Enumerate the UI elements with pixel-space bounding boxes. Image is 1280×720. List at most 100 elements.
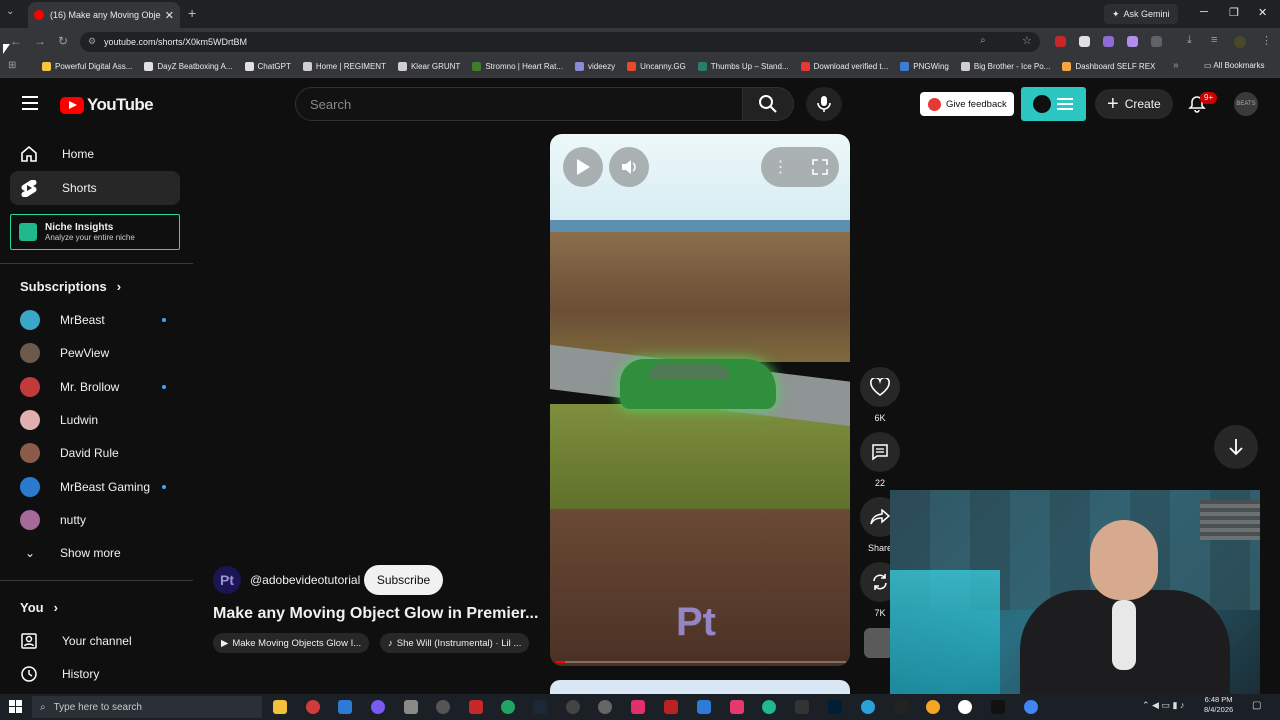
subscription-item[interactable]: Mr. Brollow xyxy=(20,377,170,397)
tab-search-button[interactable]: ⌄ xyxy=(6,6,22,22)
chrome-icon[interactable] xyxy=(1024,700,1038,714)
niche-insights-button[interactable]: Niche Insights Analyze your entire niche xyxy=(10,214,180,250)
taskbar-app-icon[interactable] xyxy=(697,700,711,714)
steam-icon[interactable] xyxy=(533,700,547,714)
tiktok-icon[interactable] xyxy=(991,700,1005,714)
system-tray-icons[interactable]: ⌃ ◀ ▭ ▮ ♪ xyxy=(1142,700,1184,711)
instagram-icon[interactable] xyxy=(631,700,645,714)
bookmark-item[interactable]: Klear GRUNT xyxy=(392,62,466,71)
bookmark-item[interactable]: Powerful Digital Ass... xyxy=(36,62,138,71)
taskbar-clock[interactable]: 6:48 PM 8/4/2026 xyxy=(1204,695,1233,715)
sidebar-item-your-channel[interactable]: Your channel xyxy=(10,624,180,658)
short-title[interactable]: Make any Moving Object Glow in Premier..… xyxy=(213,605,543,623)
forward-button[interactable]: → xyxy=(34,34,46,48)
sidebar-item-shorts[interactable]: Shorts xyxy=(10,171,180,205)
extension-icon[interactable] xyxy=(1127,36,1138,47)
channel-handle[interactable]: @adobevideotutorial xyxy=(250,573,360,587)
windows-start-icon[interactable] xyxy=(9,700,22,713)
close-window-button[interactable]: ✕ xyxy=(1258,6,1267,19)
bookmark-star-icon[interactable]: ☆ xyxy=(1022,34,1032,47)
extension-icon[interactable] xyxy=(1103,36,1114,47)
give-feedback-button[interactable]: Give feedback xyxy=(920,92,1014,116)
telegram-icon[interactable] xyxy=(861,700,875,714)
reload-button[interactable]: ↻ xyxy=(58,34,68,48)
taskbar-app-icon[interactable] xyxy=(730,700,744,714)
file-explorer-icon[interactable] xyxy=(273,700,287,714)
show-more-button[interactable]: ⌄ Show more xyxy=(20,543,170,563)
fullscreen-icon[interactable] xyxy=(811,159,828,175)
chrome-menu-icon[interactable]: ⋮ xyxy=(1261,34,1272,47)
create-button[interactable]: + Create xyxy=(1095,89,1173,119)
taskbar-app-icon[interactable] xyxy=(958,700,972,714)
music-chip[interactable]: ♪ She Will (Instrumental) · Lil ... xyxy=(380,633,530,653)
address-bar[interactable]: youtube.com/shorts/X0km5WDrtBM xyxy=(80,32,1040,52)
voice-search-button[interactable] xyxy=(806,87,842,121)
like-button[interactable]: 6K xyxy=(860,367,900,423)
subscriptions-header[interactable]: Subscriptions › xyxy=(20,279,121,294)
site-info-icon[interactable]: ⚙ xyxy=(88,36,96,47)
ask-gemini-button[interactable]: ✦ Ask Gemini xyxy=(1104,4,1178,24)
extension-icon[interactable] xyxy=(1055,36,1066,47)
subscription-item[interactable]: nutty xyxy=(20,510,170,530)
taskbar-search-input[interactable]: ⌕ Type here to search xyxy=(32,696,262,718)
account-avatar[interactable]: BEATS xyxy=(1234,92,1258,116)
photoshop-icon[interactable] xyxy=(828,700,842,714)
subscribe-button[interactable]: Subscribe xyxy=(364,565,443,595)
taskbar-app-icon[interactable] xyxy=(338,700,352,714)
shorts-video-player[interactable] xyxy=(550,134,850,666)
taskbar-app-icon[interactable] xyxy=(795,700,809,714)
reading-list-icon[interactable]: ≡ xyxy=(1211,34,1217,46)
search-input[interactable]: Search xyxy=(295,87,743,121)
channel-avatar[interactable]: Pt xyxy=(213,566,241,594)
taskbar-app-icon[interactable] xyxy=(436,700,450,714)
search-button[interactable] xyxy=(742,87,794,121)
next-short-preview[interactable] xyxy=(550,680,850,694)
zoom-icon[interactable]: ⌕ xyxy=(980,35,986,46)
apps-grid-icon[interactable]: ⊞ xyxy=(8,60,16,71)
new-tab-button[interactable]: + xyxy=(188,5,196,21)
bookmark-item[interactable]: Thumbs Up – Stand... xyxy=(692,62,795,71)
video-progress-bar[interactable] xyxy=(556,661,846,663)
back-button[interactable]: ← xyxy=(10,34,22,48)
browser-tab[interactable]: (16) Make any Moving Object G ✕ xyxy=(28,2,180,28)
sidebar-item-history[interactable]: History xyxy=(10,657,180,691)
taskbar-app-icon[interactable] xyxy=(926,700,940,714)
next-short-button[interactable] xyxy=(1214,425,1258,469)
taskbar-app-icon[interactable] xyxy=(566,700,580,714)
taskbar-app-icon[interactable] xyxy=(762,700,776,714)
you-section-header[interactable]: You › xyxy=(20,600,58,615)
taskbar-app-icon[interactable] xyxy=(664,700,678,714)
bookmark-item[interactable]: ChatGPT xyxy=(239,62,297,71)
extension-icon[interactable] xyxy=(1079,36,1090,47)
profile-avatar[interactable] xyxy=(1234,36,1246,48)
subscription-item[interactable]: PewView xyxy=(20,343,170,363)
more-bookmarks-icon[interactable]: » xyxy=(1173,60,1179,71)
taskbar-app-icon[interactable] xyxy=(404,700,418,714)
bookmark-item[interactable]: videezy xyxy=(569,62,621,71)
bookmark-item[interactable]: Download verified t... xyxy=(795,62,895,71)
subscription-item[interactable]: Ludwin xyxy=(20,410,170,430)
close-tab-icon[interactable]: ✕ xyxy=(165,9,174,22)
related-video-chip[interactable]: ▶ Make Moving Objects Glow I... xyxy=(213,633,370,653)
bookmark-item[interactable]: Big Brother - Ice Po... xyxy=(955,62,1056,71)
subscription-item[interactable]: David Rule xyxy=(20,443,170,463)
bookmark-item[interactable]: Uncanny.GG xyxy=(621,62,692,71)
minimize-button[interactable]: ─ xyxy=(1200,6,1208,18)
taskbar-app-icon[interactable] xyxy=(598,700,612,714)
bookmark-item[interactable]: Dashboard SELF REX xyxy=(1056,62,1161,71)
taskbar-app-icon[interactable] xyxy=(371,700,385,714)
extension-menu-button[interactable] xyxy=(1021,87,1086,121)
taskbar-app-icon[interactable] xyxy=(501,700,515,714)
subscription-item[interactable]: MrBeast Gaming xyxy=(20,477,170,497)
play-button[interactable] xyxy=(563,147,603,187)
bookmark-item[interactable]: Home | REGIMENT xyxy=(297,62,392,71)
subscription-item[interactable]: MrBeast xyxy=(20,310,170,330)
download-icon[interactable]: ⤓ xyxy=(1187,34,1192,47)
bookmark-item[interactable]: DayZ Beatboxing A... xyxy=(138,62,238,71)
mute-button[interactable] xyxy=(609,147,649,187)
extensions-puzzle-icon[interactable] xyxy=(1151,36,1162,47)
guide-menu-button[interactable] xyxy=(22,96,38,110)
comments-button[interactable]: 22 xyxy=(860,432,900,488)
bookmark-item[interactable]: PNGWing xyxy=(894,62,955,71)
youtube-logo[interactable]: YouTube xyxy=(60,95,154,115)
